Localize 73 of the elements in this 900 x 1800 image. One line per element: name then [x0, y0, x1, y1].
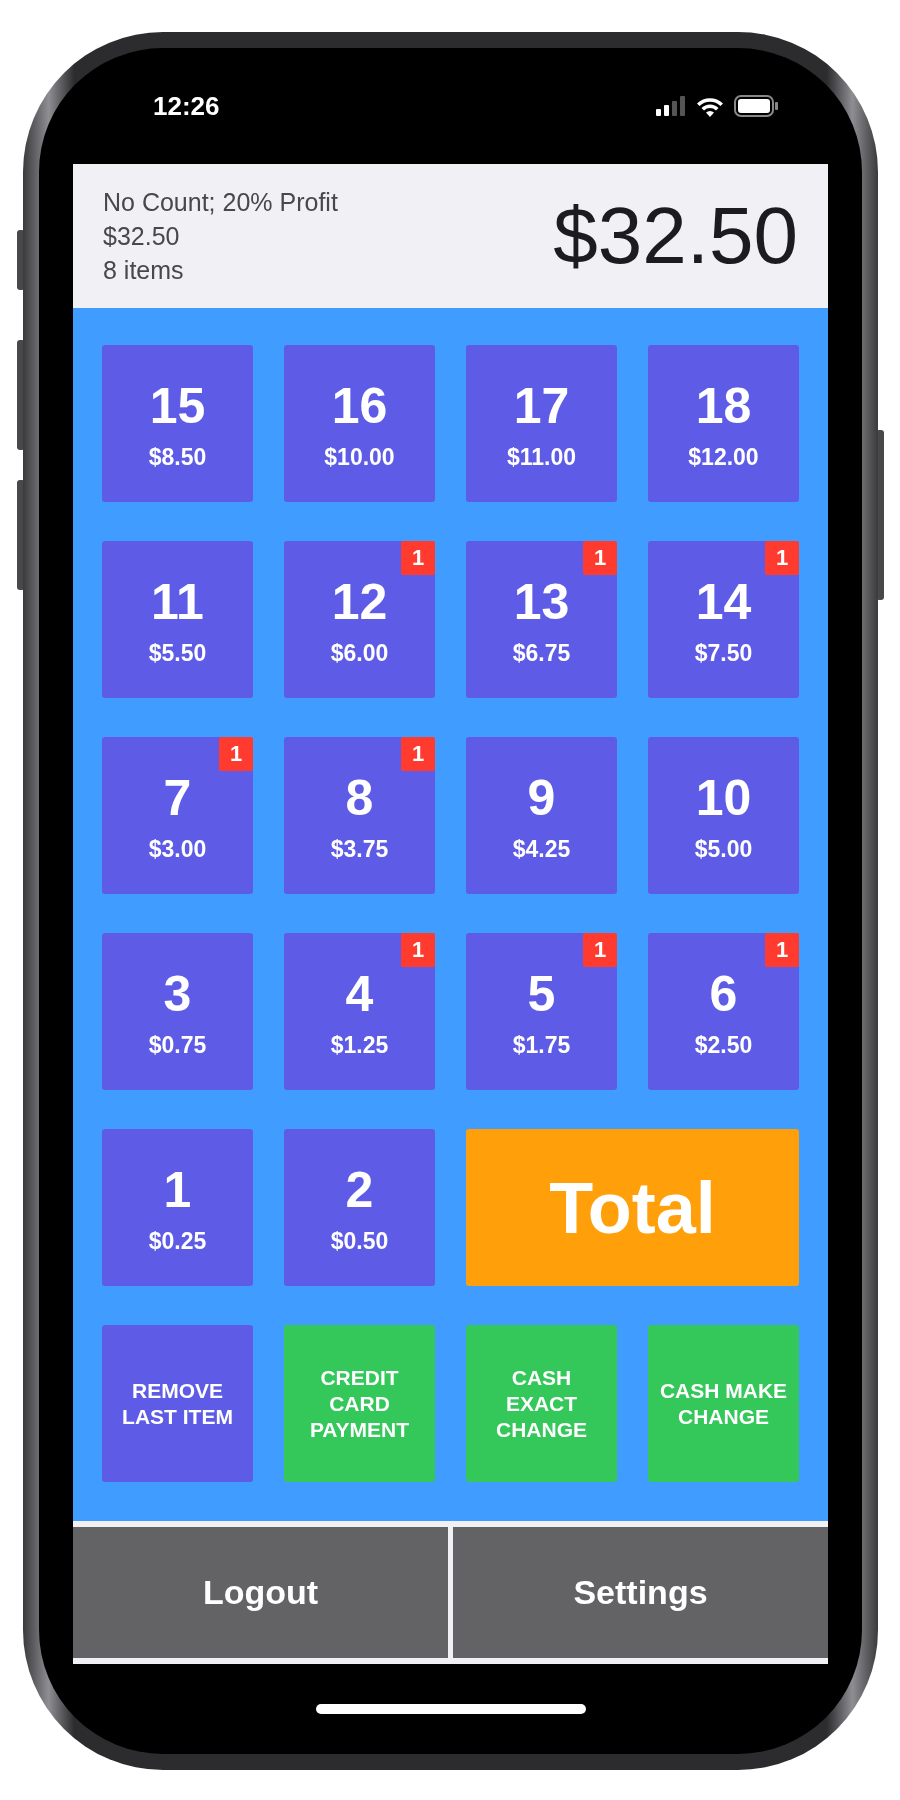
- summary-text: No Count; 20% Profit: [103, 187, 338, 218]
- item-number: 6: [709, 965, 738, 1024]
- item-number: 2: [345, 1161, 374, 1220]
- item-number: 13: [513, 573, 570, 632]
- item-price: $3.75: [330, 836, 389, 863]
- item-number: 9: [527, 769, 556, 828]
- item-price: $6.75: [512, 640, 571, 667]
- item-price: $12.00: [688, 444, 759, 471]
- status-time: 12:26: [153, 90, 220, 122]
- item-price: $6.00: [330, 640, 389, 667]
- item-button[interactable]: 14 $7.50 1: [648, 541, 799, 698]
- item-price: $3.00: [148, 836, 207, 863]
- item-button[interactable]: 11 $5.50: [102, 541, 253, 698]
- item-button[interactable]: 3 $0.75: [102, 933, 253, 1090]
- footer-button[interactable]: Settings: [448, 1527, 828, 1658]
- item-button[interactable]: 5 $1.75 1: [466, 933, 617, 1090]
- item-button[interactable]: 13 $6.75 1: [466, 541, 617, 698]
- item-price: $1.25: [330, 1032, 389, 1059]
- item-number: 12: [331, 573, 388, 632]
- count-badge: 1: [765, 541, 799, 575]
- total-amount: $32.50: [553, 190, 798, 282]
- item-price: $11.00: [506, 444, 577, 471]
- item-number: 10: [695, 769, 752, 828]
- item-button[interactable]: 9 $4.25: [466, 737, 617, 894]
- battery-icon: [734, 95, 778, 117]
- item-price: $1.75: [512, 1032, 571, 1059]
- item-price: $8.50: [148, 444, 207, 471]
- count-badge: 1: [765, 933, 799, 967]
- count-badge: 1: [583, 541, 617, 575]
- item-number: 8: [345, 769, 374, 828]
- item-number: 5: [527, 965, 556, 1024]
- item-number: 15: [149, 377, 206, 436]
- item-price: $0.50: [330, 1228, 389, 1255]
- item-price: $4.25: [512, 836, 571, 863]
- item-number: 4: [345, 965, 374, 1024]
- item-price: $0.25: [148, 1228, 207, 1255]
- count-badge: 1: [583, 933, 617, 967]
- item-price: $0.75: [148, 1032, 207, 1059]
- item-button[interactable]: 15 $8.50: [102, 345, 253, 502]
- item-number: 1: [163, 1161, 192, 1220]
- item-number: 16: [331, 377, 388, 436]
- item-button[interactable]: 2 $0.50: [284, 1129, 435, 1286]
- action-button[interactable]: REMOVE LAST ITEM: [102, 1325, 253, 1482]
- summary-text: $32.50: [103, 221, 181, 252]
- item-price: $10.00: [324, 444, 395, 471]
- count-badge: 1: [401, 737, 435, 771]
- item-price: $5.50: [148, 640, 207, 667]
- item-number: 11: [151, 573, 204, 632]
- item-price: $5.00: [694, 836, 753, 863]
- count-badge: 1: [219, 737, 253, 771]
- item-price: $7.50: [694, 640, 753, 667]
- item-button[interactable]: 18 $12.00: [648, 345, 799, 502]
- item-button[interactable]: 8 $3.75 1: [284, 737, 435, 894]
- summary-text: 8 items: [103, 255, 185, 286]
- item-number: 3: [163, 965, 192, 1024]
- item-button[interactable]: 7 $3.00 1: [102, 737, 253, 894]
- signal-icon: [656, 96, 686, 116]
- item-button[interactable]: 6 $2.50 1: [648, 933, 799, 1090]
- item-button[interactable]: 10 $5.00: [648, 737, 799, 894]
- item-number: 17: [513, 377, 570, 436]
- item-button[interactable]: 16 $10.00: [284, 345, 435, 502]
- item-button[interactable]: 12 $6.00 1: [284, 541, 435, 698]
- footer-button[interactable]: Logout: [73, 1527, 448, 1658]
- count-badge: 1: [401, 541, 435, 575]
- item-number: 7: [163, 769, 192, 828]
- item-button[interactable]: 17 $11.00: [466, 345, 617, 502]
- wifi-icon: [696, 95, 724, 117]
- count-badge: 1: [401, 933, 435, 967]
- item-number: 14: [695, 573, 752, 632]
- item-button[interactable]: 4 $1.25 1: [284, 933, 435, 1090]
- item-price: $2.50: [694, 1032, 753, 1059]
- item-button[interactable]: 1 $0.25: [102, 1129, 253, 1286]
- item-number: 18: [695, 377, 752, 436]
